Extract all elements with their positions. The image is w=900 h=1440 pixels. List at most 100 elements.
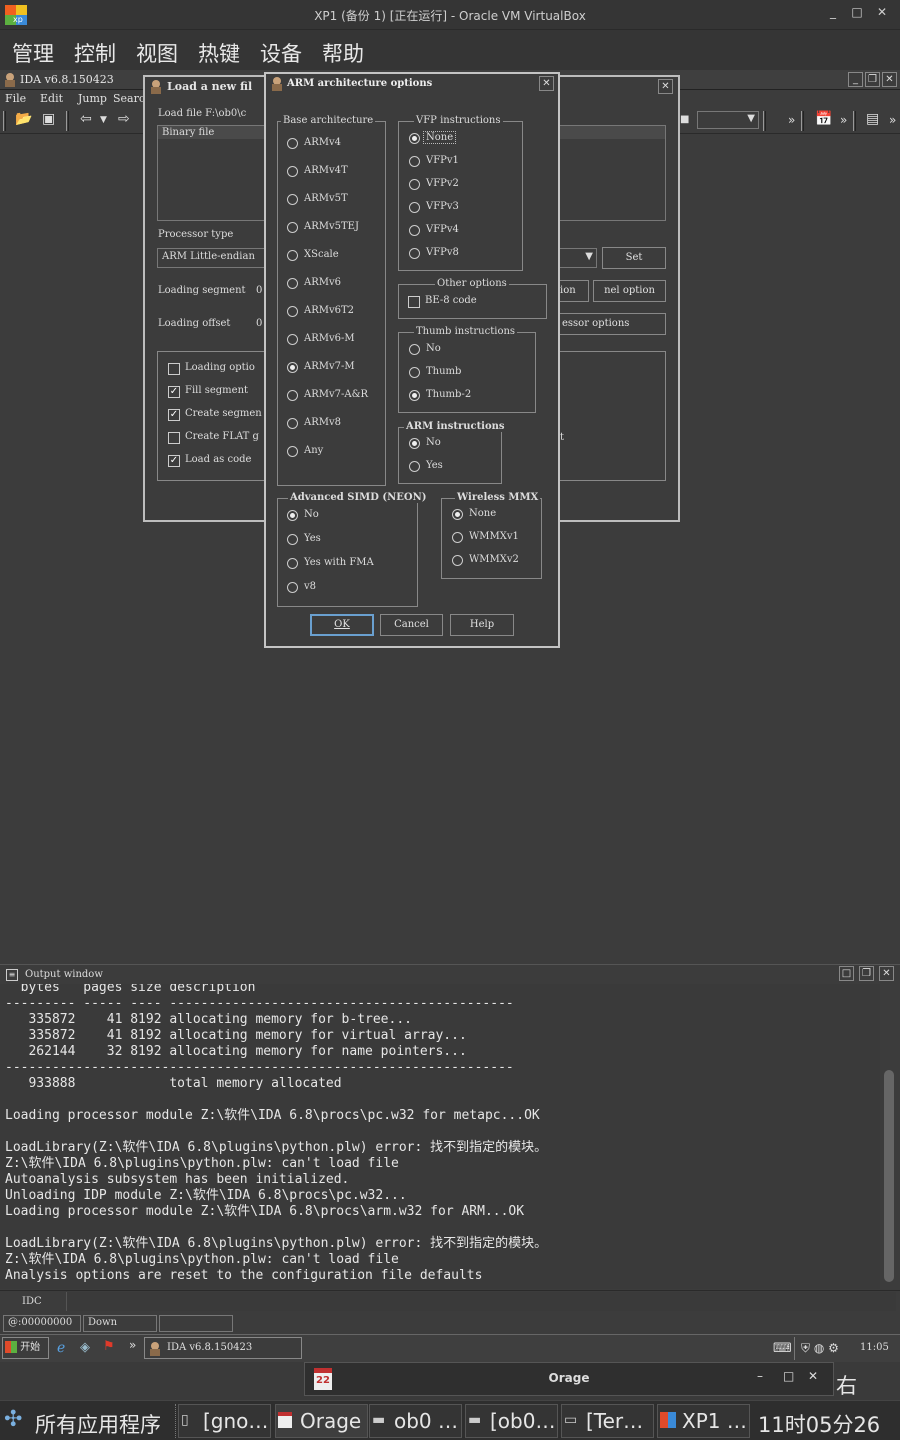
vbox-menu-devices[interactable]: 设备	[260, 38, 302, 68]
processor-options-button[interactable]: essor options	[557, 313, 666, 335]
list-view-icon[interactable]: ▤	[866, 111, 879, 127]
calendar-graph-icon[interactable]: 📅	[815, 111, 832, 127]
kernel-options-button[interactable]: nel option	[593, 280, 666, 302]
thumb-radio-no[interactable]	[409, 344, 420, 355]
simd-radio-v8[interactable]	[287, 582, 298, 593]
arch-radio-armv6m[interactable]	[287, 334, 298, 345]
idc-command-input[interactable]	[66, 1292, 896, 1311]
arch-radio-armv4t[interactable]	[287, 166, 298, 177]
vbox-menu-help[interactable]: 帮助	[322, 38, 364, 68]
vbox-menu-view[interactable]: 视图	[136, 38, 178, 68]
arch-radio-armv5t[interactable]	[287, 194, 298, 205]
output-scrollbar-thumb[interactable]	[884, 1070, 894, 1282]
open-folder-icon[interactable]: 📂	[15, 111, 32, 127]
vbox-menu-hotkey[interactable]: 热键	[198, 38, 240, 68]
orage-minimize-button[interactable]: –	[757, 1369, 763, 1383]
create-flat-checkbox[interactable]	[168, 432, 180, 444]
output-log[interactable]: bytes pages size description --------- -…	[0, 984, 880, 1289]
arm-dialog-close-button[interactable]: ✕	[539, 76, 554, 91]
loading-offset-value[interactable]: 0	[256, 318, 262, 329]
load-dialog-close-button[interactable]: ✕	[658, 79, 673, 94]
help-button[interactable]: Help	[450, 614, 514, 636]
arch-radio-any[interactable]	[287, 446, 298, 457]
xfce-mouse-icon[interactable]: ✣	[4, 1406, 32, 1434]
toolbar-square-icon[interactable]: ■	[680, 114, 689, 125]
arm-instr-radio-yes[interactable]	[409, 461, 420, 472]
toolbar-combo[interactable]: ▼	[697, 111, 759, 129]
load-as-code-checkbox[interactable]: ✓	[168, 455, 180, 467]
vfp-radio-vfpv1[interactable]	[409, 156, 420, 167]
ie-icon[interactable]: ℯ	[57, 1340, 65, 1356]
all-apps-menu[interactable]: 所有应用程序	[35, 1409, 161, 1439]
fill-segment-checkbox[interactable]: ✓	[168, 386, 180, 398]
arch-radio-armv6t2[interactable]	[287, 306, 298, 317]
ida-close-button[interactable]: ✕	[882, 72, 897, 87]
arch-radio-armv4[interactable]	[287, 138, 298, 149]
arch-radio-armv6[interactable]	[287, 278, 298, 289]
ok-button[interactable]: OK	[310, 614, 374, 636]
acrobat-icon[interactable]: ⚑	[103, 1339, 115, 1354]
tray-icons[interactable]: ⛨ ◍ ⚙	[801, 1341, 839, 1356]
quicklaunch-icon[interactable]: ◈	[80, 1340, 90, 1355]
arch-radio-xscale[interactable]	[287, 250, 298, 261]
toolbar-overflow-icon[interactable]: »	[889, 113, 896, 127]
save-icon[interactable]: ▣	[42, 111, 55, 127]
toolbar-overflow-icon[interactable]: »	[788, 113, 795, 127]
analysis-options-button[interactable]: ion	[557, 280, 589, 302]
vfp-radio-none[interactable]	[409, 133, 420, 144]
xp-task-ida[interactable]: IDA v6.8.150423	[144, 1337, 302, 1359]
loading-segment-value[interactable]: 0	[256, 285, 262, 296]
arch-radio-armv5tej[interactable]	[287, 222, 298, 233]
log-line: Loading processor module Z:\软件\IDA 6.8\p…	[5, 1108, 540, 1123]
wmmx-radio-v1[interactable]	[452, 532, 463, 543]
thumb-radio-thumb2[interactable]	[409, 390, 420, 401]
orage-close-button[interactable]: ✕	[808, 1369, 818, 1383]
wmmx-radio-v2[interactable]	[452, 555, 463, 566]
output-close-button[interactable]: ✕	[879, 966, 894, 981]
arch-radio-armv8[interactable]	[287, 418, 298, 429]
forward-arrow-icon[interactable]: ⇨	[118, 111, 130, 127]
vbox-maximize-button[interactable]: □	[847, 5, 867, 19]
idc-label[interactable]: IDC	[22, 1296, 42, 1307]
thumb-radio-thumb[interactable]	[409, 367, 420, 378]
vfp-radio-vfpv2[interactable]	[409, 179, 420, 190]
toolbar-overflow-icon[interactable]: »	[840, 113, 847, 127]
simd-radio-no[interactable]	[287, 510, 298, 521]
be8-code-checkbox[interactable]	[408, 296, 420, 308]
vbox-menu-control[interactable]: 控制	[74, 38, 116, 68]
xp-start-button[interactable]: 开始	[2, 1337, 49, 1359]
vfp-radio-vfpv3[interactable]	[409, 202, 420, 213]
arm-instructions-group	[398, 427, 502, 484]
simd-radio-fma[interactable]	[287, 558, 298, 569]
set-button[interactable]: Set	[602, 247, 666, 269]
loading-options-checkbox[interactable]	[168, 363, 180, 375]
arm-instr-radio-no[interactable]	[409, 438, 420, 449]
host-task-gnome[interactable]: [gno…	[178, 1404, 271, 1438]
ida-minimize-button[interactable]: _	[848, 72, 863, 87]
ida-menu-edit[interactable]: Edit	[40, 92, 63, 105]
create-segments-checkbox[interactable]: ✓	[168, 409, 180, 421]
arch-radio-armv7ar[interactable]	[287, 390, 298, 401]
arch-label-armv5tej: ARMv5TEJ	[304, 221, 359, 232]
arch-radio-armv7m[interactable]	[287, 362, 298, 373]
vfp-radio-vfpv4[interactable]	[409, 225, 420, 236]
vfp-radio-vfpv8[interactable]	[409, 248, 420, 259]
ida-menu-search[interactable]: Searc	[113, 92, 145, 105]
back-dropdown-icon[interactable]: ▼	[100, 115, 107, 125]
quicklaunch-overflow-icon[interactable]: »	[129, 1338, 136, 1352]
ida-restore-button[interactable]: ❐	[865, 72, 880, 87]
output-scrollbar[interactable]	[882, 984, 896, 1289]
vbox-minimize-button[interactable]: _	[823, 5, 843, 19]
back-arrow-icon[interactable]: ⇦	[80, 111, 92, 127]
simd-radio-yes[interactable]	[287, 534, 298, 545]
output-minimize-button[interactable]: □	[839, 966, 854, 981]
ida-menu-jump[interactable]: Jump	[78, 92, 107, 105]
orage-maximize-button[interactable]: □	[783, 1369, 794, 1383]
vbox-close-button[interactable]: ✕	[872, 5, 892, 19]
cancel-button[interactable]: Cancel	[380, 614, 443, 636]
vbox-menu-manage[interactable]: 管理	[12, 38, 54, 68]
wmmx-radio-none[interactable]	[452, 509, 463, 520]
keyboard-icon[interactable]: ⌨	[773, 1341, 792, 1356]
output-restore-button[interactable]: ❐	[859, 966, 874, 981]
ida-menu-file[interactable]: File	[5, 92, 26, 105]
